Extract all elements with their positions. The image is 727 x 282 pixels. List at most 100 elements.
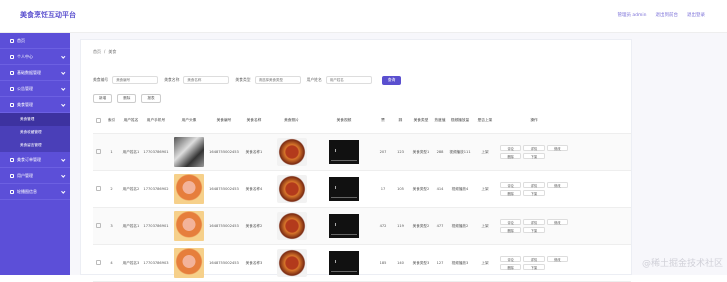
front-link[interactable]: 退出到前台 <box>656 12 679 18</box>
listing-status: 上架 <box>473 187 497 192</box>
sidebar-item-after-2[interactable]: 轮播图信息 <box>0 184 70 200</box>
sidebar-subitem-0[interactable]: 美食管理 <box>0 113 70 126</box>
sidebar-item-2[interactable]: 基础数据管理 <box>0 65 70 81</box>
admin-label[interactable]: 管理员 admin <box>617 12 646 18</box>
row-action-4-button[interactable]: 下架 <box>523 264 544 270</box>
row-action-2-button[interactable]: 修改 <box>547 256 568 262</box>
food-photo[interactable] <box>277 138 307 166</box>
search-input-3[interactable] <box>326 76 372 84</box>
avatar[interactable] <box>174 248 204 278</box>
video-progress-bar[interactable] <box>331 234 357 235</box>
row-checkbox[interactable] <box>96 186 101 191</box>
row-action-3-button[interactable]: 删除 <box>500 190 521 196</box>
video-cursor-icon <box>335 223 336 226</box>
food-video[interactable] <box>329 140 359 164</box>
row-action-4-button[interactable]: 下架 <box>523 227 544 233</box>
sidebar-item-label: 轮播图信息 <box>17 189 37 195</box>
sidebar-item-after-0[interactable]: 美食订单管理 <box>0 152 70 168</box>
column-header[interactable] <box>93 118 104 124</box>
video-progress-bar[interactable] <box>331 271 357 272</box>
table-row: 3用户姓名1177037869011648755002453美食名称247211… <box>93 208 631 245</box>
row-action-0-button[interactable]: 评论 <box>500 145 521 151</box>
row-action-3-button[interactable]: 删除 <box>500 227 521 233</box>
column-header: 美食编号 <box>209 118 239 123</box>
breadcrumb-home[interactable]: 首页 <box>93 49 101 55</box>
avatar[interactable] <box>174 211 204 241</box>
row-select[interactable] <box>93 186 104 192</box>
sidebar-item-after-1[interactable]: 用户管理 <box>0 168 70 184</box>
sidebar-item-1[interactable]: 个人中心 <box>0 49 70 65</box>
action-bar: 新增 删除 报表 <box>93 94 161 103</box>
user-phone: 17703786901 <box>143 224 169 228</box>
row-action-1-button[interactable]: 详情 <box>523 256 544 262</box>
row-action-2-button[interactable]: 修改 <box>547 182 568 188</box>
food-video[interactable] <box>329 214 359 238</box>
search-input-2[interactable] <box>255 76 301 84</box>
food-table: 索引用户姓名用户手机号用户头像美食编号美食名称美食照片美食视频赞踩美食类型热度值… <box>93 108 631 282</box>
search-field-label: 美食类型 <box>235 77 250 83</box>
sidebar-subitem-1[interactable]: 美食收藏管理 <box>0 126 70 139</box>
video-plays: 视频播放4 <box>447 187 473 192</box>
logout-link[interactable]: 退出登录 <box>687 12 705 18</box>
avatar-cell <box>169 211 209 241</box>
select-all-checkbox[interactable] <box>96 118 101 123</box>
row-checkbox[interactable] <box>96 260 101 265</box>
breadcrumb-sep: / <box>104 49 105 55</box>
food-photo[interactable] <box>277 249 307 277</box>
sidebar-item-label: 美食订单管理 <box>17 157 41 163</box>
row-select[interactable] <box>93 260 104 266</box>
row-action-1-button[interactable]: 详情 <box>523 145 544 151</box>
video-progress-bar[interactable] <box>331 197 357 198</box>
row-action-1-button[interactable]: 详情 <box>523 182 544 188</box>
search-input-1[interactable] <box>183 76 229 84</box>
search-button[interactable]: 查询 <box>382 76 402 85</box>
report-button[interactable]: 报表 <box>141 94 160 103</box>
column-header: 索引 <box>104 118 119 123</box>
column-header: 赞 <box>374 118 392 123</box>
sidebar-item-0[interactable]: 首页 <box>0 33 70 49</box>
row-checkbox[interactable] <box>96 149 101 154</box>
row-action-3-button[interactable]: 删除 <box>500 153 521 159</box>
column-header: 美食类型 <box>409 118 433 123</box>
row-action-3-button[interactable]: 删除 <box>500 264 521 270</box>
food-video-cell <box>314 140 374 164</box>
row-action-0-button[interactable]: 评论 <box>500 256 521 262</box>
listing-status: 上架 <box>473 224 497 229</box>
avatar[interactable] <box>174 137 204 167</box>
row-action-0-button[interactable]: 评论 <box>500 219 521 225</box>
row-checkbox[interactable] <box>96 223 101 228</box>
top-bar: 美食烹饪互动平台 管理员 admin 退出到前台 退出登录 <box>0 0 727 33</box>
add-button[interactable]: 新增 <box>93 94 112 103</box>
food-photo[interactable] <box>277 212 307 240</box>
row-index: 3 <box>104 224 119 228</box>
sidebar-subitem-2[interactable]: 美食留言管理 <box>0 139 70 152</box>
row-select[interactable] <box>93 223 104 229</box>
video-progress-bar[interactable] <box>331 160 357 161</box>
food-name: 美食名称1 <box>239 150 269 155</box>
row-select[interactable] <box>93 149 104 155</box>
row-action-4-button[interactable]: 下架 <box>523 190 544 196</box>
search-input-0[interactable] <box>112 76 158 84</box>
row-action-0-button[interactable]: 评论 <box>500 182 521 188</box>
sidebar-item-3[interactable]: 公告管理 <box>0 81 70 97</box>
sidebar-item-4[interactable]: 美食管理 <box>0 97 70 113</box>
food-video[interactable] <box>329 251 359 275</box>
row-action-2-button[interactable]: 修改 <box>547 145 568 151</box>
row-action-4-button[interactable]: 下架 <box>523 153 544 159</box>
food-video-cell <box>314 251 374 275</box>
listing-status: 上架 <box>473 150 497 155</box>
food-video-cell <box>314 214 374 238</box>
sidebar-item-label: 基础数据管理 <box>17 70 41 76</box>
user-phone: 17703786903 <box>143 261 169 265</box>
column-header: 美食名称 <box>239 118 269 123</box>
avatar[interactable] <box>174 174 204 204</box>
row-action-2-button[interactable]: 修改 <box>547 219 568 225</box>
dislikes-count: 123 <box>392 150 409 154</box>
delete-button[interactable]: 删除 <box>117 94 136 103</box>
sidebar-item-label: 首页 <box>17 38 25 44</box>
food-photo[interactable] <box>277 175 307 203</box>
search-field-3: 用户姓名 <box>307 76 372 84</box>
food-video[interactable] <box>329 177 359 201</box>
likes-count: 185 <box>374 261 392 265</box>
row-action-1-button[interactable]: 详情 <box>523 219 544 225</box>
